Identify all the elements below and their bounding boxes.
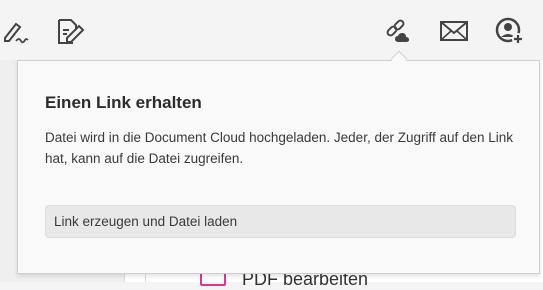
popover-description: Datei wird in die Document Cloud hochgel… bbox=[45, 130, 514, 166]
add-user-icon[interactable] bbox=[493, 14, 527, 48]
popover-title: Einen Link erhalten bbox=[45, 93, 202, 112]
share-link-cloud-icon[interactable] bbox=[382, 14, 416, 48]
mail-icon[interactable] bbox=[437, 14, 471, 48]
create-link-button[interactable]: Link erzeugen und Datei laden bbox=[45, 205, 516, 238]
get-link-popover: Einen Link erhalten Datei wird in die Do… bbox=[17, 60, 540, 274]
signature-icon[interactable] bbox=[0, 14, 34, 48]
toolbar bbox=[0, 0, 543, 60]
edit-document-icon[interactable] bbox=[52, 14, 86, 48]
